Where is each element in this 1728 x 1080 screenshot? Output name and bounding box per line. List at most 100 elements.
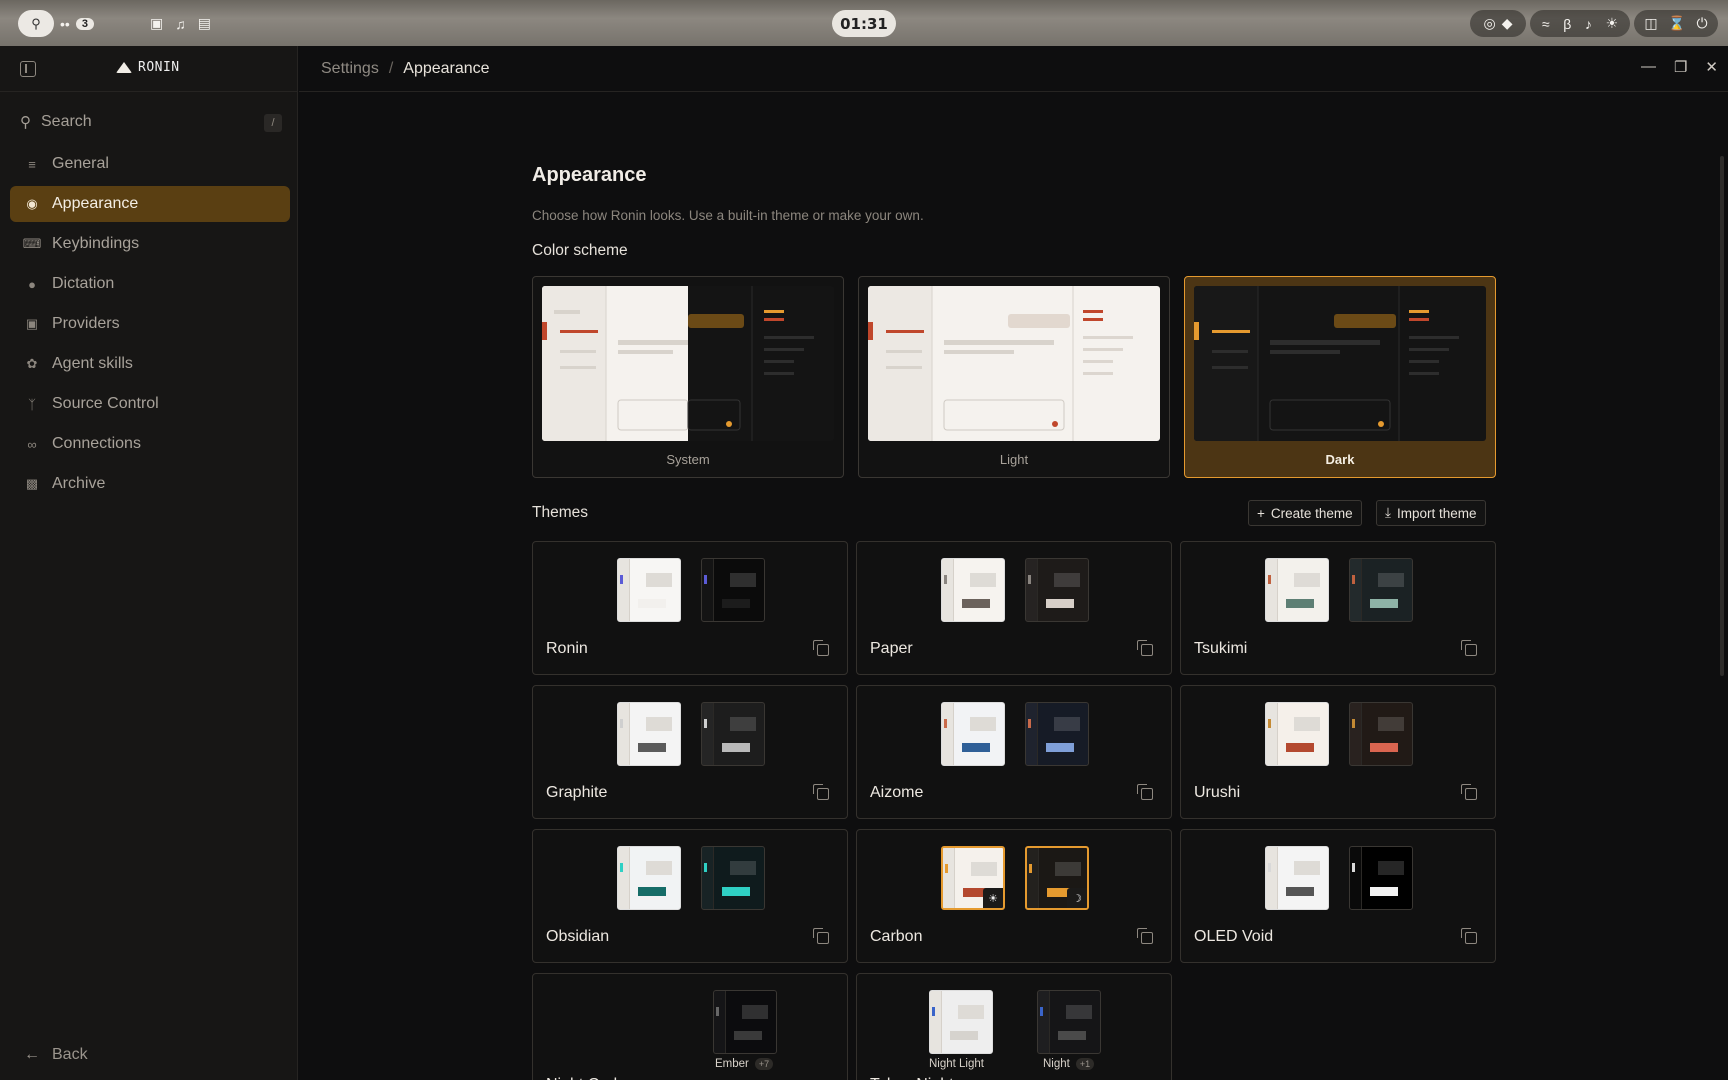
swatch-sidebar [618,559,630,621]
gallery-icon[interactable]: ▣ [150,15,163,32]
theme-card-tokyo-night[interactable]: Night LightNight+1Tokyo Night⧉✎⤒🗑︎ [856,973,1172,1080]
page-description: Choose how Ronin looks. Use a built-in t… [532,208,924,223]
clock[interactable]: 01:31 [832,10,896,37]
swatch-accent [944,719,947,728]
clipboard-icon[interactable]: ▤ [198,15,211,32]
duplicate-icon[interactable] [1137,928,1153,944]
dark-swatch [701,702,765,766]
wifi-icon[interactable]: ≈ [1542,16,1550,32]
sidebar-item-archive[interactable]: ▩ Archive [10,466,290,502]
launcher-search-button[interactable]: ⚲ [18,10,54,37]
light-swatch [1265,846,1329,910]
duplicate-icon[interactable] [1461,784,1477,800]
dark-swatch [1025,702,1089,766]
light-swatch [1265,558,1329,622]
swatch-block [1054,573,1080,587]
sidebar-item-appearance[interactable]: ◉ Appearance [10,186,290,222]
dark-swatch [1349,846,1413,910]
duplicate-icon[interactable] [1461,928,1477,944]
swatch-accent [1268,719,1271,728]
sidebar-collapse-icon[interactable] [20,60,36,77]
theme-name: Tsukimi [1194,640,1248,657]
volume-icon[interactable]: ♪ [1585,16,1592,32]
swatch-block [730,573,756,587]
scheme-option-light[interactable]: Light [858,276,1170,478]
theme-card-paper[interactable]: Paper [856,541,1172,675]
swatch-block [1054,717,1080,731]
theme-card-aizome[interactable]: Aizome [856,685,1172,819]
import-theme-button[interactable]: ⤓ Import theme [1376,500,1486,526]
scheme-option-system[interactable]: System [532,276,844,478]
theme-name: Obsidian [546,928,610,945]
swatch-block [1294,861,1320,875]
theme-card-tsukimi[interactable]: Tsukimi [1180,541,1496,675]
settings-nav: ≡ General ◉ Appearance ⌨ Keybindings ● Dicta… [10,146,290,506]
sidebar-item-connections[interactable]: ∞ Connections [10,426,290,462]
power-icon[interactable]: ⏻ [1697,15,1708,32]
swatch-block [646,861,672,875]
swatch-accent [704,575,707,584]
swatch-sidebar [943,848,955,908]
shield-icon[interactable]: ◆ [1502,15,1513,32]
brightness-icon[interactable]: ☀ [1606,15,1619,32]
palette-icon: ◉ [26,196,38,211]
workspace-indicator[interactable]: •• 3 [60,10,130,37]
maximize-icon[interactable]: ❐ [1674,58,1687,76]
swatch-bar [1046,599,1074,608]
swatch-accent [1268,863,1271,872]
branch-icon: ᛉ [28,396,36,412]
bluetooth-icon[interactable]: β [1563,16,1571,32]
swatch-bar [962,599,990,608]
close-icon[interactable]: ✕ [1705,58,1718,76]
theme-card-carbon[interactable]: ☀ ☽ Carbon [856,829,1172,963]
sidebar-item-source-control[interactable]: ᛉ Source Control [10,386,290,422]
swatch-accent [1040,1007,1043,1016]
swatch-bar [734,1031,762,1040]
sidebar-item-general[interactable]: ≡ General [10,146,290,182]
swatch-accent [704,863,707,872]
minimize-icon[interactable]: — [1641,58,1656,76]
theme-card-urushi[interactable]: Urushi [1180,685,1496,819]
swatch-bar [1370,599,1398,608]
search-input[interactable]: ⚲ Search / [14,106,282,138]
duplicate-icon[interactable] [1137,640,1153,656]
swatch-block [742,1005,768,1019]
sidebar-item-agent-skills[interactable]: ✿ Agent skills [10,346,290,382]
theme-name: Tokyo Night [870,1076,954,1080]
swatch-accent [1029,864,1032,873]
skills-icon: ✿ [26,356,38,371]
duplicate-icon[interactable] [813,784,829,800]
theme-card-oled-void[interactable]: OLED Void [1180,829,1496,963]
theme-card-ronin[interactable]: Ronin [532,541,848,675]
hourglass-icon[interactable]: ⌛ [1668,15,1685,32]
battery-icon[interactable]: ◫ [1644,15,1657,32]
breadcrumb-current: Appearance [403,59,490,77]
create-theme-button[interactable]: + Create theme [1248,500,1362,526]
keyboard-icon: ⌨ [22,236,42,251]
link-icon: ∞ [27,436,37,452]
theme-card-graphite[interactable]: Graphite [532,685,848,819]
swatch-block [730,717,756,731]
swatch-sidebar [930,991,942,1053]
bell-icon[interactable]: ♫ [175,16,186,32]
duplicate-icon[interactable] [813,928,829,944]
back-button[interactable]: ← Back [24,1046,88,1064]
sidebar-item-keybindings[interactable]: ⌨ Keybindings [10,226,290,262]
breadcrumb-settings[interactable]: Settings [321,60,379,78]
duplicate-icon[interactable] [1137,784,1153,800]
sidebar-item-providers[interactable]: ▣ Providers [10,306,290,342]
theme-card-night-coder[interactable]: Ember+7Night Coder⧉✎⤒🗑︎ [532,973,848,1080]
swatch-accent [620,575,623,584]
theme-card-obsidian[interactable]: Obsidian [532,829,848,963]
scrollbar[interactable] [1720,156,1724,676]
status-tray: ≈ β ♪ ☀ [1530,10,1630,37]
sidebar-item-dictation[interactable]: ● Dictation [10,266,290,302]
robot-icon: ▣ [25,316,39,331]
fingerprint-icon[interactable]: ◎ [1484,15,1496,32]
swatch-sidebar [1026,703,1038,765]
swatch-bar [1370,887,1398,896]
scheme-option-dark[interactable]: Dark [1184,276,1496,478]
system-preview-graphic [542,286,834,441]
duplicate-icon[interactable] [813,640,829,656]
duplicate-icon[interactable] [1461,640,1477,656]
